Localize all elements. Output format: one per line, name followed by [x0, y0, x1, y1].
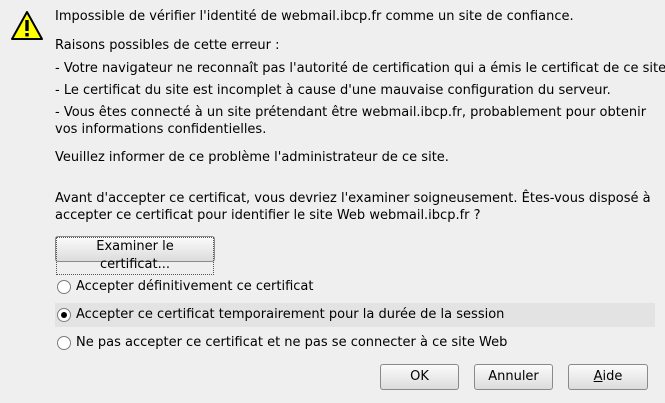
help-button[interactable]: Aide	[568, 364, 648, 390]
ok-button[interactable]: OK	[380, 364, 459, 390]
radio-button[interactable]	[57, 280, 71, 294]
radio-label: Accepter définitivement ce certificat	[76, 279, 314, 294]
radio-label: Ne pas accepter ce certificat et ne pas …	[76, 335, 508, 350]
radio-button-selected[interactable]	[57, 308, 71, 322]
radio-accept-session[interactable]: Accepter ce certificat temporairement po…	[55, 303, 655, 327]
radio-accept-permanently[interactable]: Accepter définitivement ce certificat	[55, 275, 655, 299]
question-text-continued: accepter ce certificat pour identifier l…	[55, 208, 481, 223]
reason-item: - Vous êtes connecté à un site prétendan…	[55, 105, 647, 120]
radio-label: Accepter ce certificat temporairement po…	[76, 307, 505, 322]
question-text: Avant d'accepter ce certificat, vous dev…	[55, 191, 651, 206]
cancel-button[interactable]: Annuler	[474, 364, 553, 390]
reason-item-continued: vos informations confidentielles.	[55, 122, 267, 137]
error-title: Impossible de vérifier l'identité de web…	[55, 9, 574, 24]
reason-item: - Votre navigateur ne reconnaît pas l'au…	[55, 61, 665, 76]
help-label-rest: ide	[602, 369, 623, 384]
reasons-header: Raisons possibles de cette erreur :	[55, 38, 280, 53]
radio-reject[interactable]: Ne pas accepter ce certificat et ne pas …	[55, 331, 655, 355]
warning-triangle-icon	[10, 10, 44, 42]
examine-certificate-label: Examiner le certificat...	[56, 237, 214, 275]
examine-certificate-button[interactable]: Examiner le certificat...	[55, 236, 215, 275]
reason-item: - Le certificat du site est incomplet à …	[55, 83, 611, 98]
inform-admin-text: Veuillez informer de ce problème l'admin…	[55, 150, 449, 165]
radio-dot	[61, 312, 67, 318]
radio-button[interactable]	[57, 336, 71, 350]
help-mnemonic: A	[593, 369, 603, 384]
